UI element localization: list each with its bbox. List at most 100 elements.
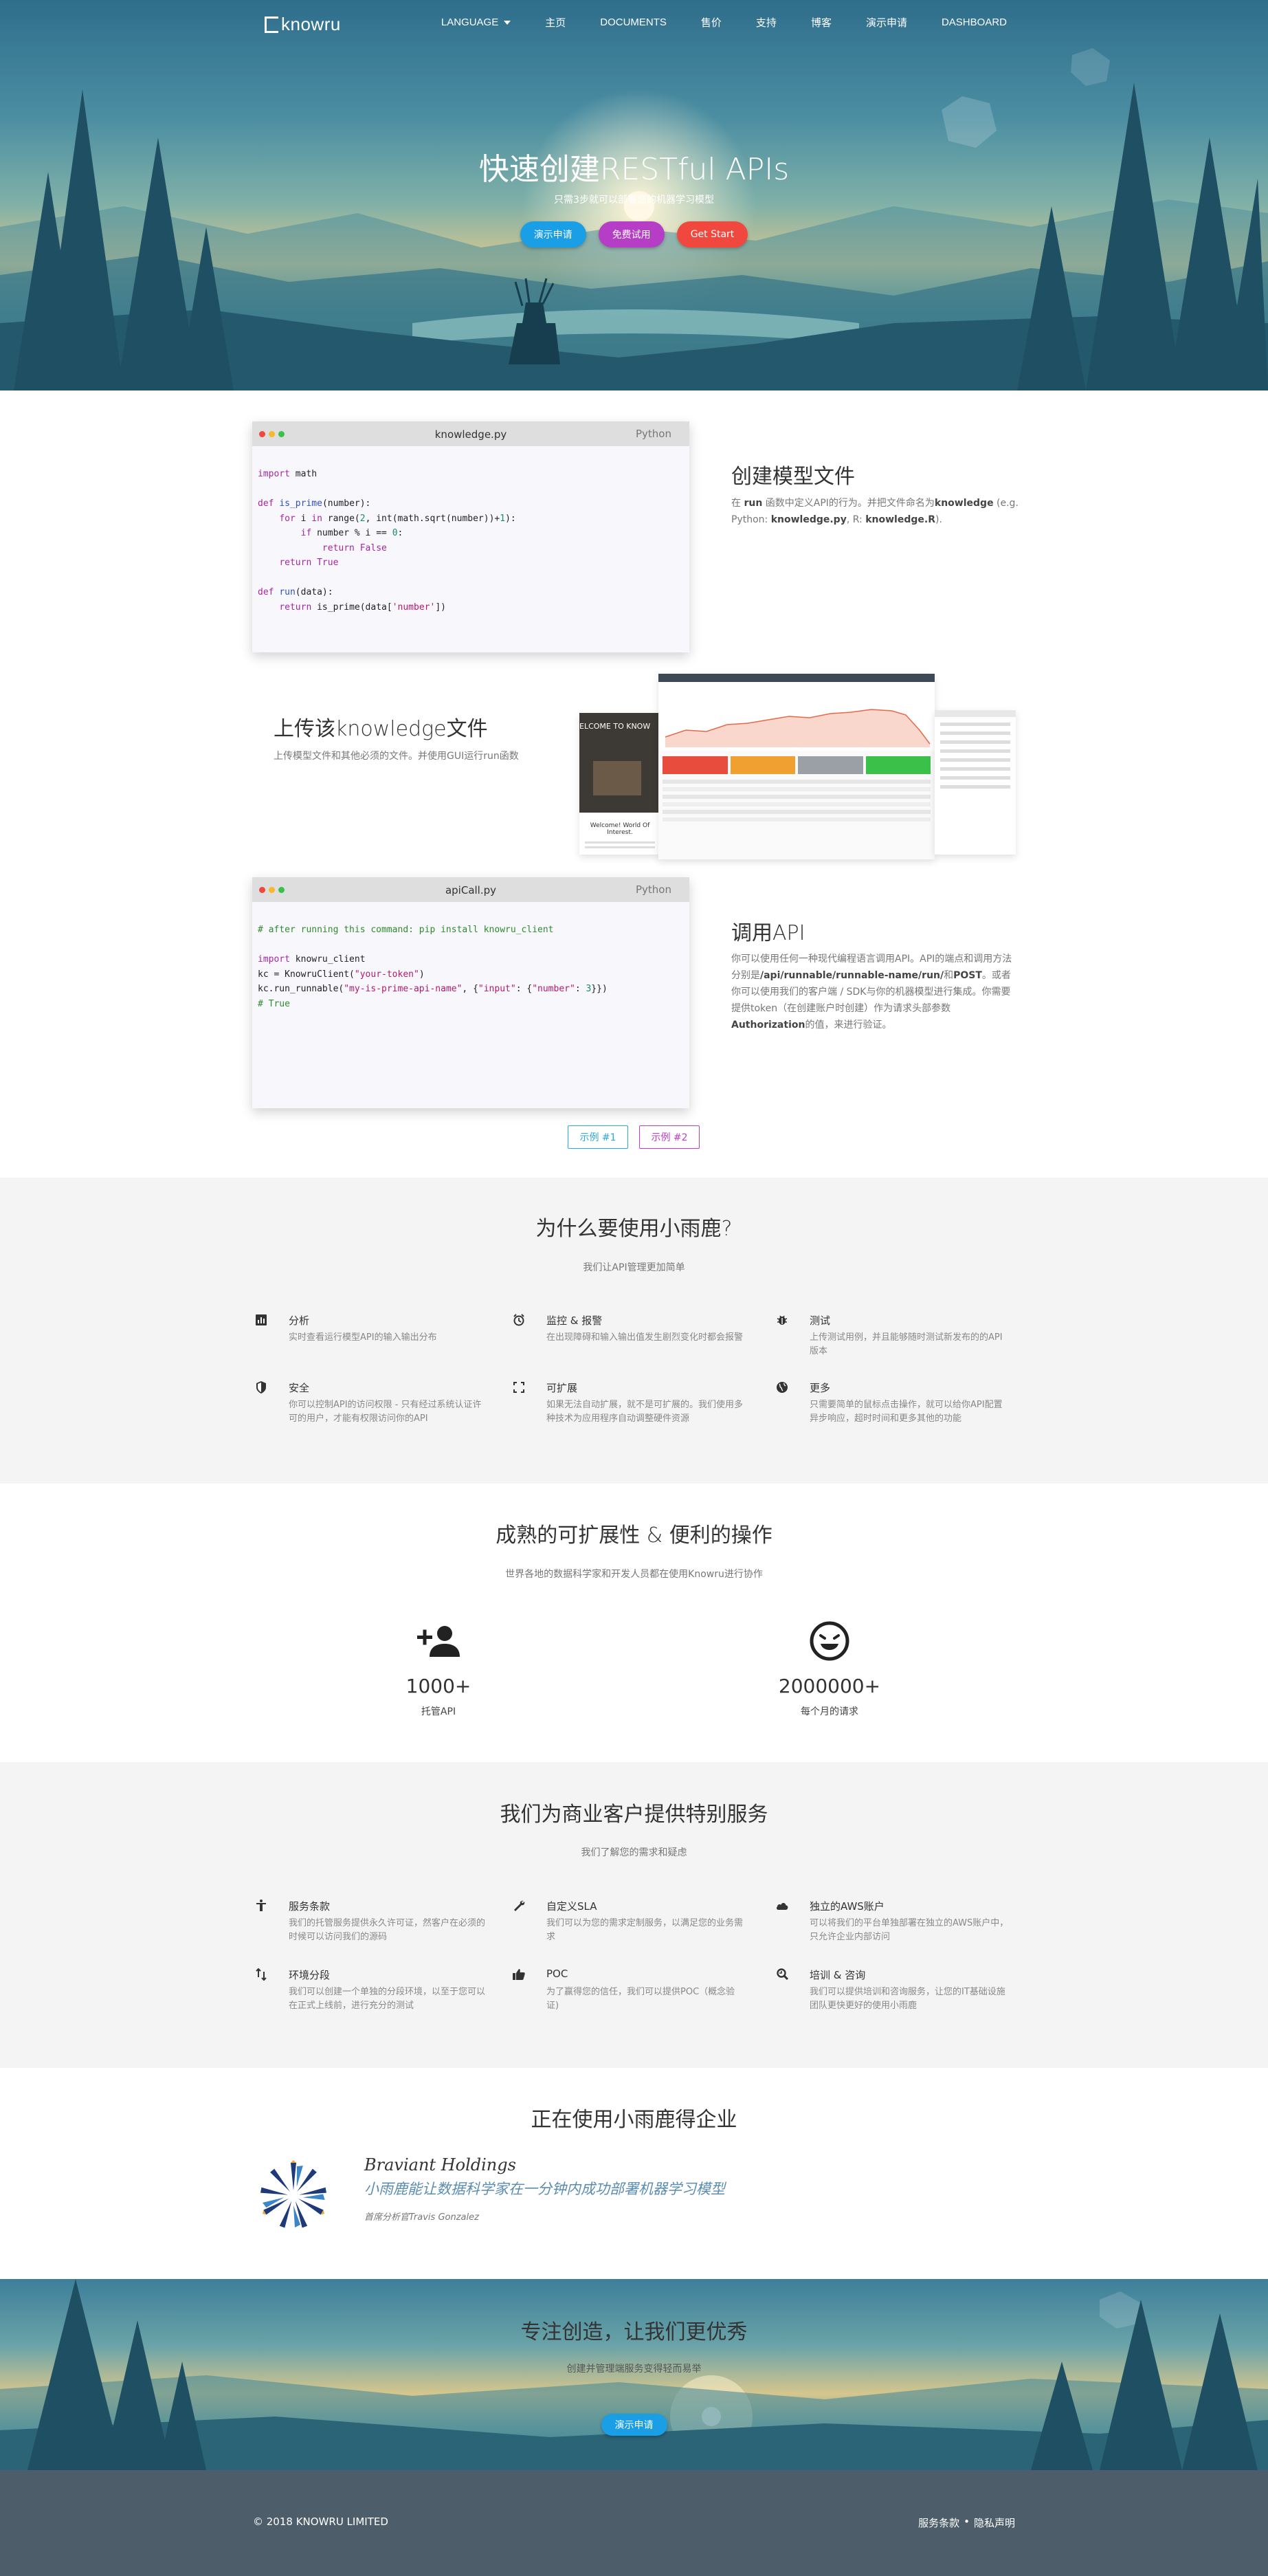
form-line: [940, 767, 1010, 771]
placeholder-line: [585, 846, 655, 848]
code-window-titlebar: knowledge.py Python: [252, 421, 689, 446]
form-line: [940, 740, 1010, 744]
nav-dashboard-link[interactable]: DASHBOARD: [942, 16, 1007, 28]
person-add-icon: [417, 1626, 460, 1657]
nav-home-link[interactable]: 主页: [545, 15, 566, 30]
step1-text-3: knowledge: [934, 498, 994, 509]
scale-title: 成熟的可扩展性 & 便利的操作: [496, 1523, 772, 1548]
form-line: [940, 758, 1010, 762]
welcome-page-screenshot: ELCOME TO KNOW Welcome! World Of Interes…: [579, 713, 660, 855]
hero-subtitle: 只需3步就可以部署您的机器学习模型: [554, 195, 714, 206]
settings-screenshot: [935, 710, 1016, 855]
nav-support-link[interactable]: 支持: [756, 15, 777, 30]
nav-blog-link[interactable]: 博客: [811, 15, 832, 30]
hero-buttons: 演示申请 免费试用 Get Start: [0, 221, 1268, 247]
swap-icon: [256, 1968, 267, 1981]
why-subtitle: 我们让API管理更加简单: [583, 1262, 685, 1273]
knowledge-code-window: knowledge.py Python import math def is_p…: [252, 421, 689, 652]
footer-links: 服务条款 • 隐私声明: [918, 2516, 1015, 2530]
free-trial-button[interactable]: 免费试用: [598, 221, 665, 247]
nav-documents-link[interactable]: DOCUMENTS: [600, 16, 667, 28]
step1-text-1: run: [744, 498, 763, 509]
support-icon: [777, 1968, 789, 1981]
monthly-requests-label: 每个月的请求: [801, 1706, 858, 1717]
hero-section: knowru LANGUAGE 主页 DOCUMENTS 售价 支持 博客 演示…: [0, 0, 1268, 390]
client-attribution: 首席分析官Travis Gonzalez: [364, 2212, 479, 2223]
step2-description: 上传模型文件和其他必须的文件。并使用GUI运行run函数: [274, 751, 519, 762]
alarm-icon: [513, 1314, 524, 1326]
hosted-api-count: 1000+: [405, 1675, 471, 1697]
privacy-link[interactable]: 隐私声明: [974, 2516, 1015, 2530]
business-item-title: 服务条款: [289, 1900, 331, 1913]
cta-subtitle: 创建并管理端服务变得轻而易举: [566, 2364, 702, 2375]
knowledge-code-block: import math def is_prime(number): for i …: [258, 469, 516, 613]
code-window-titlebar: apiCall.py Python: [252, 877, 689, 902]
dashboard-topbar: [658, 674, 935, 682]
form-line: [940, 749, 1010, 753]
terms-link[interactable]: 服务条款: [918, 2516, 959, 2530]
nav-demo-link[interactable]: 演示申请: [866, 15, 907, 30]
dashboard-stat-cards: [658, 753, 935, 777]
demo-request-button[interactable]: 演示申请: [520, 221, 586, 247]
nav-pricing-link[interactable]: 售价: [701, 15, 722, 30]
bug-icon: [777, 1315, 788, 1325]
stat-card-green: [865, 756, 931, 774]
nav-language-dropdown[interactable]: LANGUAGE: [441, 16, 511, 28]
step3-text-5: Authorization: [731, 1020, 805, 1031]
client-quote: 小雨鹿能让数据科学家在一分钟内成功部署机器学习模型: [364, 2181, 725, 2197]
logo-mark-icon: [265, 16, 278, 33]
business-item-title: 独立的AWS账户: [810, 1900, 885, 1913]
expand-icon: [513, 1382, 524, 1393]
business-item-text: 我们可以为您的需求定制服务，以满足您的业务需求: [546, 1918, 744, 1942]
stat-card-orange: [730, 756, 795, 774]
settings-form: [935, 717, 1016, 794]
example-1-button[interactable]: 示例 #1: [568, 1125, 628, 1149]
business-item-text: 我们的托管服务提供永久许可证，然客户在必须的时候可以访问我们的源码: [289, 1918, 486, 1942]
form-line: [940, 785, 1010, 789]
dashboard-screenshot: [658, 674, 935, 859]
table-line: [663, 787, 931, 791]
welcome-banner-text: ELCOME TO KNOW: [579, 722, 651, 731]
top-navigation: knowru LANGUAGE 主页 DOCUMENTS 售价 支持 博客 演示…: [0, 0, 1268, 44]
step1-text-2: 函数中定义API的行为。并把文件命名为: [762, 498, 935, 509]
step3-text-6: 的值，来进行验证。: [805, 1020, 892, 1031]
code-language: Python: [636, 883, 671, 896]
business-item-title: POC: [546, 1968, 568, 1980]
step1-text-7: knowledge.R: [865, 514, 935, 525]
step3-text-1: /api/runnable/runnable-name/run/: [760, 970, 944, 981]
nav-menu: LANGUAGE 主页 DOCUMENTS 售价 支持 博客 演示申请 DASH…: [441, 15, 1007, 30]
step1-description: 在 run 函数中定义API的行为。并把文件命名为knowledge (e.g.…: [731, 495, 1020, 528]
business-subtitle: 我们了解您的需求和疑虑: [581, 1847, 687, 1858]
step1-title: 创建模型文件: [731, 465, 855, 489]
why-item-text: 在出现障碍和输入输出值发生剧烈变化时都会报警: [546, 1332, 744, 1343]
hosted-api-label: 托管API: [421, 1706, 456, 1717]
code-filename: apiCall.py: [445, 884, 497, 896]
knowru-logo[interactable]: knowru: [265, 14, 341, 35]
stat-card-red: [663, 756, 728, 774]
scale-subtitle: 世界各地的数据科学家和开发人员都在使用Knowru进行协作: [505, 1569, 763, 1580]
step3-text-2: 和: [944, 970, 954, 981]
braviant-holdings-logo: [260, 2160, 326, 2228]
why-item-title: 安全: [289, 1382, 310, 1394]
cta-button-row: 演示申请: [0, 2414, 1268, 2436]
code-filename: knowledge.py: [434, 428, 507, 441]
settings-topbar: [935, 710, 1016, 717]
logo-text: knowru: [281, 14, 341, 34]
get-start-button[interactable]: Get Start: [676, 221, 748, 247]
why-item-text: 只需要简单的鼠标点击操作，就可以给你API配置异步响应，超时时间和更多其他的功能: [810, 1400, 1003, 1424]
form-line: [940, 723, 1010, 726]
why-title: 为什么要使用小雨鹿?: [535, 1217, 733, 1241]
footer-separator: •: [964, 2516, 970, 2528]
footer-copyright: © 2018 KNOWRU LIMITED: [253, 2516, 388, 2528]
step1-text-6: , R:: [846, 514, 866, 525]
step1-text-0: 在: [731, 498, 744, 509]
code-language: Python: [636, 428, 671, 440]
cta-title: 专注创造，让我们更优秀: [520, 2320, 748, 2344]
example-2-button[interactable]: 示例 #2: [639, 1125, 700, 1149]
cta-demo-request-button[interactable]: 演示申请: [601, 2414, 667, 2436]
step2-title: 上传该knowledge文件: [274, 717, 488, 741]
table-line: [663, 795, 931, 799]
why-item-text: 如果无法自动扩展，就不是可扩展的。我们使用多种技术为应用程序自动调整硬件资源: [546, 1400, 744, 1424]
chart-icon: [256, 1314, 267, 1325]
why-item-text: 实时查看运行模型API的输入输出分布: [289, 1332, 437, 1343]
